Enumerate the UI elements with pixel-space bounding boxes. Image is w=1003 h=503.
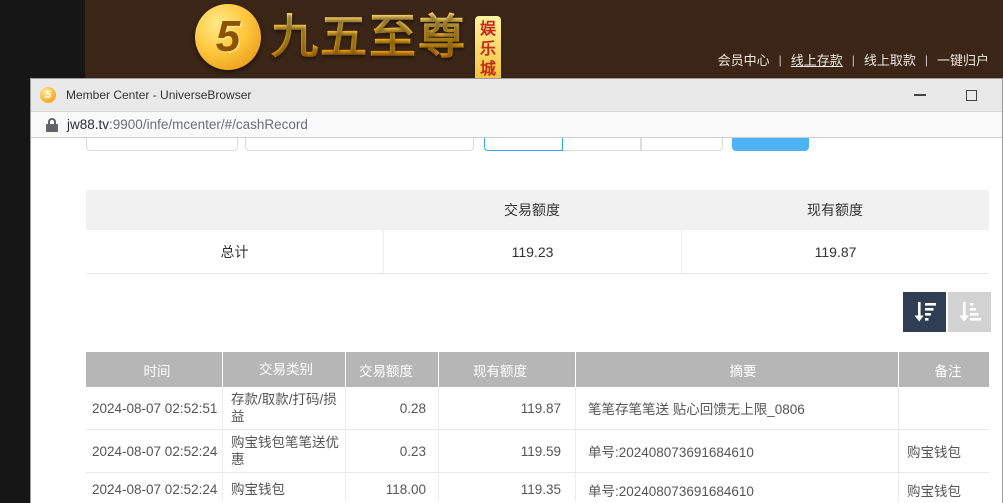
maximize-icon [966,90,977,101]
nav-one-key-transfer[interactable]: 一键归户 [937,50,989,69]
cell-type: 购宝钱包笔笔送优惠 [223,430,346,472]
record-header-row: 时间 交易类别 交易额度 现有额度 摘要 备注 [86,352,989,387]
summary-total-row: 总计 119.23 119.87 [86,230,989,274]
cell-amount: 118.00 [346,473,439,502]
maximize-button[interactable] [949,79,994,111]
sort-ascending-button[interactable] [948,292,991,332]
filter-tab-2[interactable] [563,138,641,151]
summary-total-label: 总计 [86,242,383,262]
cell-time: 2024-08-07 02:52:51 [86,387,223,429]
banner-nav: 会员中心 | 线上存款 | 线上取款 | 一键归户 [718,50,989,69]
lock-icon [46,118,58,132]
summary-header-row: 交易额度 现有额度 [86,190,989,230]
header-note: 备注 [899,352,989,387]
header-type: 交易类别 [223,352,346,387]
filter-tab-active[interactable] [484,138,563,151]
cell-amount: 0.28 [346,387,439,429]
table-row: 2024-08-07 02:52:24 购宝钱包 118.00 119.35 单… [86,473,989,502]
cell-balance: 119.59 [439,430,576,472]
sort-controls [903,292,991,332]
filter-input-range[interactable] [245,138,474,151]
window-title: Member Center - UniverseBrowser [66,88,251,102]
url-domain: jw88.tv [67,117,109,132]
logo-badge: 娱 乐 城 [475,16,501,85]
sort-descending-icon [912,299,938,325]
filter-tab-3[interactable] [641,138,723,151]
logo-coin-icon: 5 [195,4,261,70]
browser-favicon-icon: 5 [40,87,56,103]
cell-balance: 119.35 [439,473,576,502]
summary-header-transaction: 交易额度 [383,200,681,220]
cash-record-table: 时间 交易类别 交易额度 现有额度 摘要 备注 2024-08-07 02:52… [86,352,989,502]
cell-time: 2024-08-07 02:52:24 [86,430,223,472]
cell-note: 购宝钱包 [899,430,989,472]
nav-separator: | [852,53,855,67]
site-logo: 5 九五至尊 娱 乐 城 [195,4,501,85]
header-time: 时间 [86,352,223,387]
nav-separator: | [779,53,782,67]
filter-row [31,138,1002,152]
badge-char: 城 [480,61,496,79]
cell-time: 2024-08-07 02:52:24 [86,473,223,502]
browser-titlebar[interactable]: 5 Member Center - UniverseBrowser [31,79,1002,111]
filter-input-start[interactable] [86,138,238,151]
browser-urlbar[interactable]: jw88.tv:9900/infe/mcenter/#/cashRecord [31,111,1002,138]
cell-summary: 单号:202408073691684610 [576,430,899,472]
sort-ascending-icon [957,299,983,325]
minimize-button[interactable] [897,79,942,111]
logo-title: 九五至尊 [271,4,467,70]
minimize-icon [914,94,926,96]
table-row: 2024-08-07 02:52:51 存款/取款/打码/损益 0.28 119… [86,387,989,430]
sort-descending-button[interactable] [903,292,946,332]
summary-header-balance: 现有额度 [681,200,989,220]
cell-summary: 单号:202408073691684610 [576,473,899,502]
table-row: 2024-08-07 02:52:24 购宝钱包笔笔送优惠 0.23 119.5… [86,430,989,473]
nav-online-withdraw[interactable]: 线上取款 [864,50,916,69]
nav-online-deposit[interactable]: 线上存款 [791,50,843,69]
summary-table: 交易额度 现有额度 总计 119.23 119.87 [86,190,989,274]
cell-note: 购宝钱包 [899,473,989,502]
browser-window: 5 Member Center - UniverseBrowser jw88.t… [30,78,1003,503]
cell-summary: 笔笔存笔笔送 贴心回馈无上限_0806 [576,387,899,429]
cell-balance: 119.87 [439,387,576,429]
url-text[interactable]: jw88.tv:9900/infe/mcenter/#/cashRecord [67,117,308,132]
nav-member-center[interactable]: 会员中心 [718,50,770,69]
cell-amount: 0.23 [346,430,439,472]
nav-separator: | [925,53,928,67]
header-summary: 摘要 [576,352,899,387]
badge-char: 乐 [480,41,496,59]
summary-balance-value: 119.87 [681,230,989,273]
site-banner: 5 九五至尊 娱 乐 城 会员中心 | 线上存款 | 线上取款 | 一键归户 [85,0,1003,78]
header-amount: 交易额度 [346,352,439,387]
search-button[interactable] [732,138,809,151]
cell-type: 存款/取款/打码/损益 [223,387,346,429]
cell-type: 购宝钱包 [223,473,346,502]
cell-note [899,387,989,429]
page-content: 交易额度 现有额度 总计 119.23 119.87 [31,138,1002,502]
url-path: :9900/infe/mcenter/#/cashRecord [109,117,308,132]
badge-char: 娱 [480,21,496,39]
summary-transaction-value: 119.23 [383,230,681,273]
header-balance: 现有额度 [439,352,576,387]
